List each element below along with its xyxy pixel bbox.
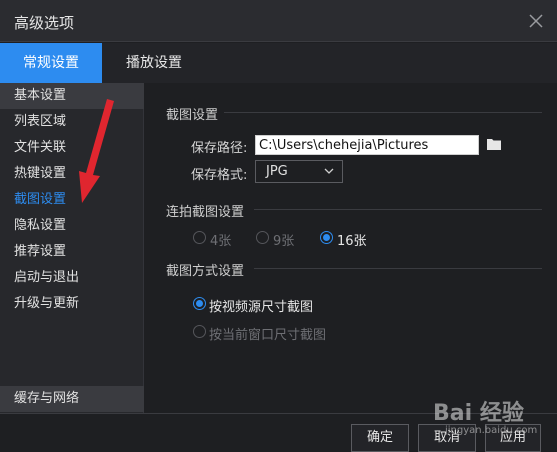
cancel-button[interactable]: 取消 [418, 424, 476, 452]
section-divider [224, 112, 542, 113]
section-title-mode: 截图方式设置 [166, 264, 245, 279]
sidebar-item-startup-exit[interactable]: 启动与退出 [0, 265, 144, 291]
tab-general[interactable]: 常规设置 [0, 43, 102, 83]
sidebar-item-basic[interactable]: 基本设置 [0, 83, 144, 109]
sidebar-item-upgrade[interactable]: 升级与更新 [0, 291, 144, 317]
sidebar-item-cache-network[interactable]: 缓存与网络 [0, 386, 144, 412]
sidebar-item-screenshot[interactable]: 截图设置 [0, 187, 144, 213]
radio-burst-9[interactable] [256, 231, 269, 244]
chevron-down-icon [324, 168, 334, 174]
radio-source-size[interactable] [193, 297, 206, 310]
tab-playback[interactable]: 播放设置 [102, 43, 206, 83]
tab-bar: 常规设置 播放设置 [0, 43, 557, 83]
sidebar-item-list-area[interactable]: 列表区域 [0, 109, 144, 135]
save-path-label: 保存路径: [191, 141, 248, 156]
radio-burst-4[interactable] [193, 231, 206, 244]
radio-burst-4-label: 4张 [210, 234, 232, 249]
radio-window-size-label: 按当前窗口尺寸截图 [209, 328, 327, 343]
radio-window-size[interactable] [193, 325, 206, 338]
save-format-label: 保存格式: [191, 168, 248, 183]
sidebar-item-file-association[interactable]: 文件关联 [0, 135, 144, 161]
section-divider [254, 209, 542, 210]
sidebar-item-privacy[interactable]: 隐私设置 [0, 213, 144, 239]
save-path-input[interactable] [255, 135, 479, 155]
section-divider [254, 268, 542, 269]
sidebar-item-recommend[interactable]: 推荐设置 [0, 239, 144, 265]
section-title-screenshot: 截图设置 [166, 108, 219, 123]
radio-source-size-label: 按视频源尺寸截图 [209, 300, 314, 315]
ok-button[interactable]: 确定 [351, 424, 409, 452]
radio-burst-16-label: 16张 [337, 234, 367, 249]
sidebar-item-hotkeys[interactable]: 热键设置 [0, 161, 144, 187]
radio-burst-9-label: 9张 [273, 234, 295, 249]
window-title: 高级选项 [14, 14, 75, 32]
section-title-burst: 连拍截图设置 [166, 205, 245, 220]
sidebar: 基本设置 列表区域 文件关联 热键设置 截图设置 隐私设置 推荐设置 启动与退出… [0, 83, 144, 413]
format-select[interactable]: JPG [255, 160, 343, 183]
format-select-value: JPG [266, 164, 288, 179]
folder-icon[interactable] [486, 137, 502, 151]
title-bar: 高级选项 [0, 0, 557, 42]
close-icon[interactable] [525, 10, 547, 32]
apply-button[interactable]: 应用 [485, 424, 541, 452]
radio-burst-16[interactable] [320, 231, 333, 244]
